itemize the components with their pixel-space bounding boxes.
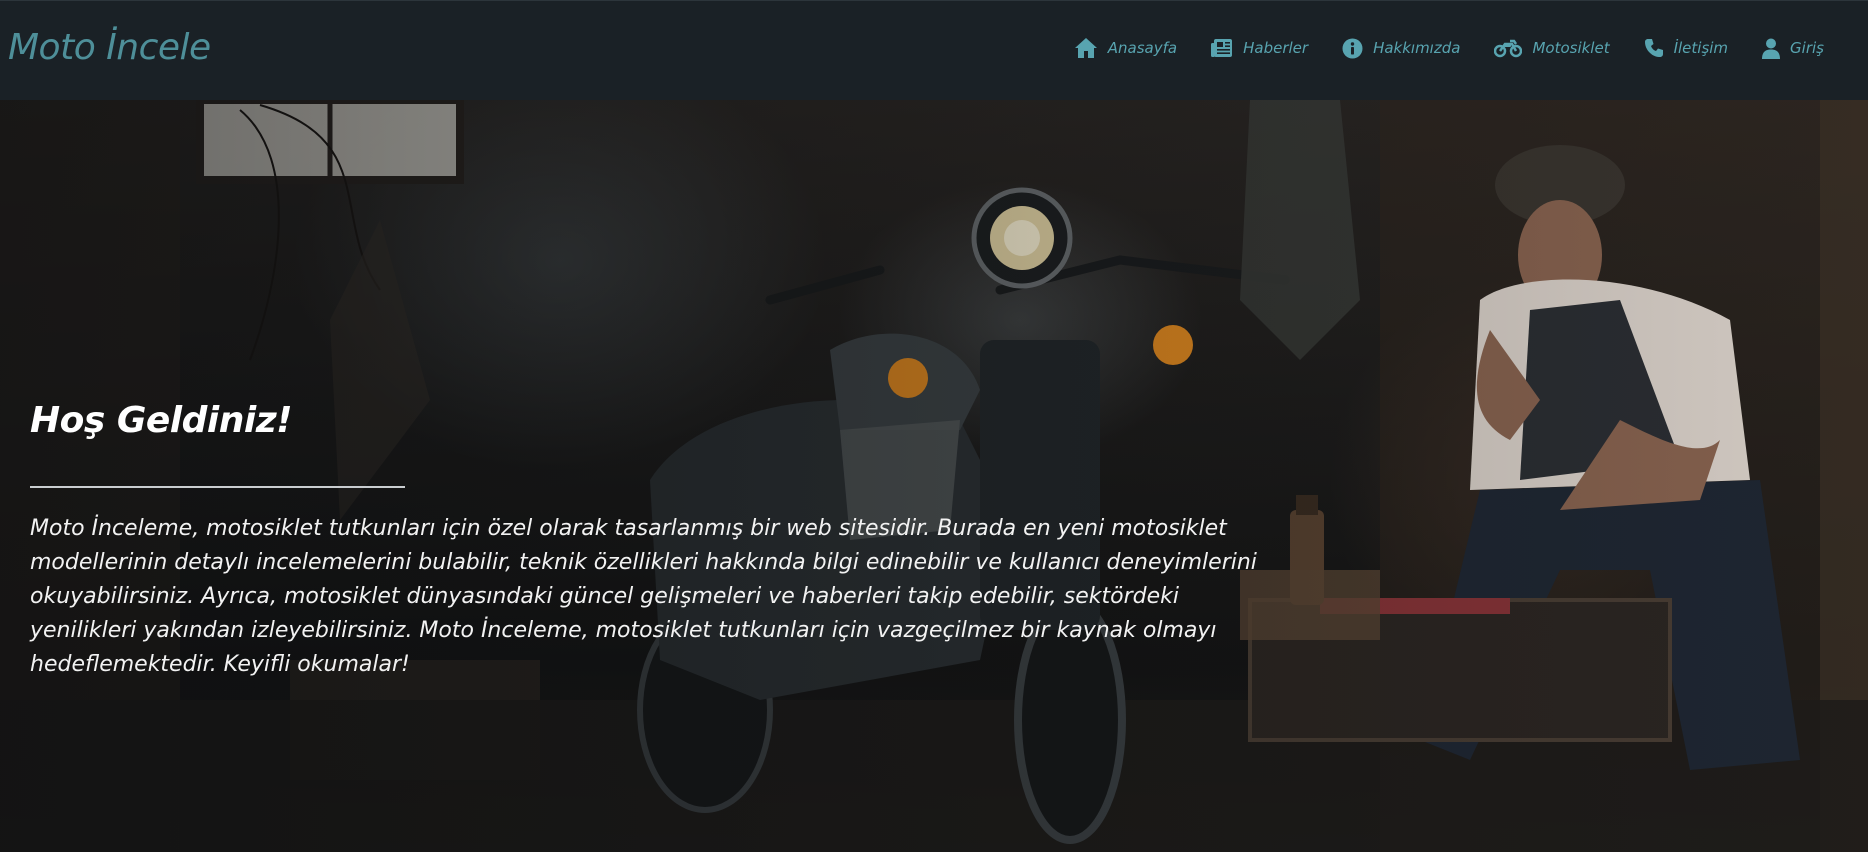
nav-label: Anasayfa: [1107, 39, 1178, 57]
nav-item-anasayfa[interactable]: Anasayfa: [1074, 37, 1177, 59]
nav-label: İletişim: [1673, 39, 1729, 57]
navbar: Moto İncele Anasayfa Haberler Hakkımızda…: [0, 0, 1868, 100]
info-icon: [1342, 38, 1363, 59]
newspaper-icon: [1211, 38, 1233, 58]
nav-label: Hakkımızda: [1373, 39, 1461, 57]
user-icon: [1762, 38, 1781, 59]
hero-overlay: [0, 100, 1868, 852]
nav-item-motosiklet[interactable]: Motosiklet: [1494, 38, 1610, 58]
nav-links: Anasayfa Haberler Hakkımızda Motosiklet: [1074, 37, 1824, 59]
welcome-divider: [30, 486, 405, 488]
nav-item-hakkimizda[interactable]: Hakkımızda: [1342, 38, 1460, 59]
nav-label: Haberler: [1243, 39, 1309, 57]
brand-logo[interactable]: Moto İncele: [8, 27, 211, 68]
nav-item-giris[interactable]: Giriş: [1762, 38, 1824, 59]
hero-section: Hoş Geldiniz! Moto İnceleme, motosiklet …: [0, 100, 1868, 852]
motorcycle-icon: [1494, 38, 1523, 58]
welcome-title: Hoş Geldiniz!: [30, 400, 293, 441]
nav-label: Motosiklet: [1532, 39, 1610, 57]
welcome-description: Moto İnceleme, motosiklet tutkunları içi…: [30, 516, 1257, 677]
home-icon: [1074, 37, 1098, 59]
nav-item-iletisim[interactable]: İletişim: [1644, 38, 1728, 58]
phone-icon: [1644, 38, 1664, 58]
nav-label: Giriş: [1790, 39, 1824, 57]
nav-item-haberler[interactable]: Haberler: [1211, 38, 1308, 58]
